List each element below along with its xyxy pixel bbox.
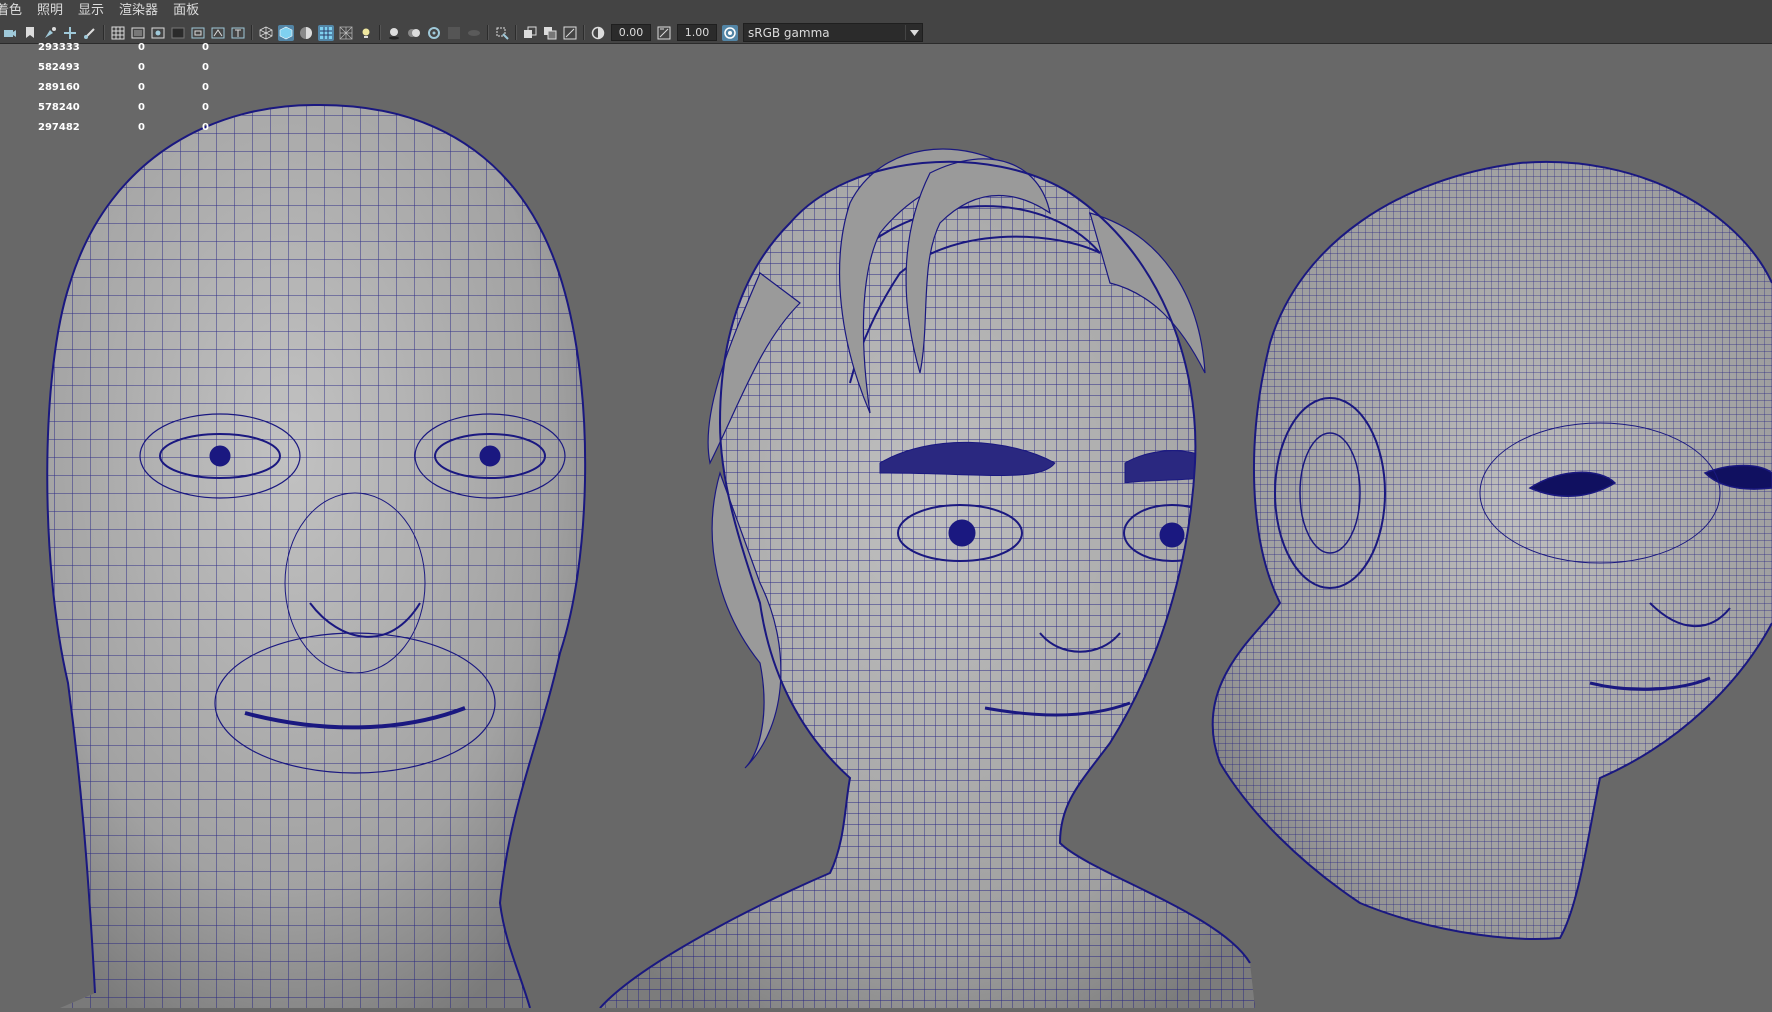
smooth-shade-icon[interactable] xyxy=(278,24,294,41)
hud-value-selected: 0 xyxy=(138,42,145,53)
toolbar-separator xyxy=(583,25,585,40)
camera-icon[interactable] xyxy=(2,25,18,41)
xray-joints-icon[interactable] xyxy=(522,25,538,41)
menu-renderer[interactable]: 渲染器 xyxy=(119,0,167,22)
wireframe-icon[interactable] xyxy=(258,25,274,41)
hud-value-total: 582493 xyxy=(38,62,80,73)
hud-value-total: 578240 xyxy=(38,102,80,113)
hud-value-total: 293333 xyxy=(38,42,80,53)
gate-mask-icon[interactable] xyxy=(170,25,186,41)
move-icon[interactable] xyxy=(62,25,78,41)
viewport-toolbar: 0.00 1.00 sRGB gamma xyxy=(0,22,1772,44)
hud-value-selected: 0 xyxy=(138,102,145,113)
menu-show[interactable]: 显示 xyxy=(78,0,113,22)
xray-icon[interactable] xyxy=(338,25,354,41)
hud-value-tris: 0 xyxy=(202,82,209,93)
gamma-field[interactable]: 1.00 xyxy=(677,24,717,41)
resolution-gate-icon[interactable] xyxy=(150,25,166,41)
gamma-icon[interactable] xyxy=(656,25,672,41)
bookmark-icon[interactable] xyxy=(22,25,38,41)
viewport-menubar: 着色 照明 显示 渲染器 面板 xyxy=(0,0,1772,22)
hud-value-total: 289160 xyxy=(38,82,80,93)
hud-value-selected: 0 xyxy=(138,82,145,93)
film-gate-icon[interactable] xyxy=(130,25,146,41)
3d-viewport[interactable] xyxy=(0,43,1772,1009)
toolbar-separator xyxy=(379,25,381,40)
motion-blur-icon[interactable] xyxy=(426,25,442,41)
hud-value-total: 297482 xyxy=(38,122,80,133)
safe-action-icon[interactable] xyxy=(210,25,226,41)
menu-panels[interactable]: 面板 xyxy=(173,0,208,22)
lights-icon[interactable] xyxy=(358,25,374,41)
shadows-icon[interactable] xyxy=(386,25,402,41)
brush-icon[interactable] xyxy=(82,25,98,41)
hud-value-tris: 0 xyxy=(202,62,209,73)
isolate-select-icon[interactable] xyxy=(494,25,510,41)
hud-value-tris: 0 xyxy=(202,102,209,113)
safe-frame-icon[interactable] xyxy=(562,25,578,41)
head-mesh-left[interactable] xyxy=(0,43,650,1009)
exposure-field[interactable]: 0.00 xyxy=(611,24,651,41)
toolbar-separator xyxy=(487,25,489,40)
xray-components-icon[interactable] xyxy=(542,25,558,41)
depth-of-field-icon[interactable] xyxy=(466,25,482,41)
hud-value-selected: 0 xyxy=(138,62,145,73)
hud-value-tris: 0 xyxy=(202,122,209,133)
ambient-occlusion-icon[interactable] xyxy=(406,25,422,41)
antialias-icon[interactable] xyxy=(446,25,462,41)
field-chart-icon[interactable] xyxy=(190,25,206,41)
color-management-icon[interactable] xyxy=(722,24,738,41)
exposure-icon[interactable] xyxy=(590,25,606,41)
toolbar-separator xyxy=(515,25,517,40)
default-material-icon[interactable] xyxy=(298,25,314,41)
view-transform-label: sRGB gamma xyxy=(748,25,830,40)
toolbar-separator xyxy=(103,25,105,40)
head-mesh-right[interactable] xyxy=(1180,143,1772,963)
grid-icon[interactable] xyxy=(110,25,126,41)
hud-value-selected: 0 xyxy=(138,122,145,133)
paint-icon[interactable] xyxy=(42,25,58,41)
hud-value-tris: 0 xyxy=(202,42,209,53)
view-transform-dropdown[interactable]: sRGB gamma xyxy=(743,23,923,42)
menu-shading[interactable]: 着色 xyxy=(0,0,31,22)
toolbar-separator xyxy=(251,25,253,40)
chevron-down-icon[interactable] xyxy=(905,25,922,40)
menu-lighting[interactable]: 照明 xyxy=(37,0,72,22)
safe-title-icon[interactable] xyxy=(230,25,246,41)
wireframe-on-shaded-icon[interactable] xyxy=(318,24,334,41)
head-mesh-middle[interactable] xyxy=(580,43,1280,1009)
